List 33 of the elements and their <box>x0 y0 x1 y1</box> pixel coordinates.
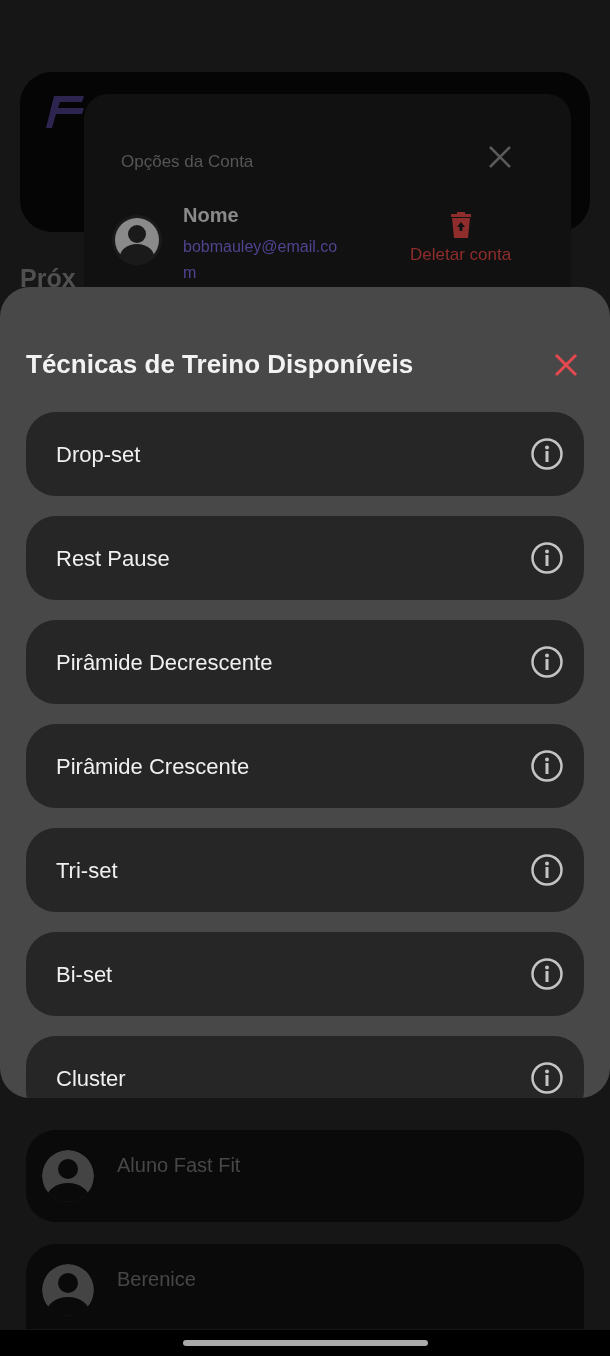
student-name: Aluno Fast Fit <box>117 1153 241 1178</box>
technique-item[interactable]: Pirâmide Decrescente <box>26 620 584 704</box>
info-icon[interactable] <box>530 1061 564 1095</box>
technique-item[interactable]: Rest Pause <box>26 516 584 600</box>
info-icon[interactable] <box>530 541 564 575</box>
technique-item[interactable]: Pirâmide Crescente <box>26 724 584 808</box>
logo-icon <box>46 94 86 130</box>
technique-label: Pirâmide Crescente <box>56 752 250 781</box>
avatar-icon <box>42 1264 94 1316</box>
technique-label: Pirâmide Decrescente <box>56 648 273 677</box>
info-icon[interactable] <box>530 645 564 679</box>
user-name: Nome <box>183 203 239 228</box>
student-name: Berenice <box>117 1267 196 1292</box>
technique-label: Tri-set <box>56 856 118 885</box>
technique-item[interactable]: Tri-set <box>26 828 584 912</box>
trash-icon <box>450 212 471 238</box>
sheet-title: Técnicas de Treino Disponíveis <box>26 348 414 381</box>
technique-label: Rest Pause <box>56 544 170 573</box>
technique-item[interactable]: Cluster <box>26 1036 584 1098</box>
technique-label: Bi-set <box>56 960 113 989</box>
info-icon[interactable] <box>530 437 564 471</box>
technique-item[interactable]: Bi-set <box>26 932 584 1016</box>
section-title: Próx <box>20 263 76 294</box>
user-email: bobmauley@email.com <box>183 237 339 283</box>
info-icon[interactable] <box>530 853 564 887</box>
technique-item[interactable]: Drop-set <box>26 412 584 496</box>
technique-label: Cluster <box>56 1064 126 1093</box>
info-icon[interactable] <box>530 749 564 783</box>
avatar-icon <box>112 215 162 265</box>
avatar-icon <box>42 1150 94 1202</box>
dialog-title: Opções da Conta <box>121 151 254 173</box>
info-icon[interactable] <box>530 957 564 991</box>
technique-label: Drop-set <box>56 440 141 469</box>
